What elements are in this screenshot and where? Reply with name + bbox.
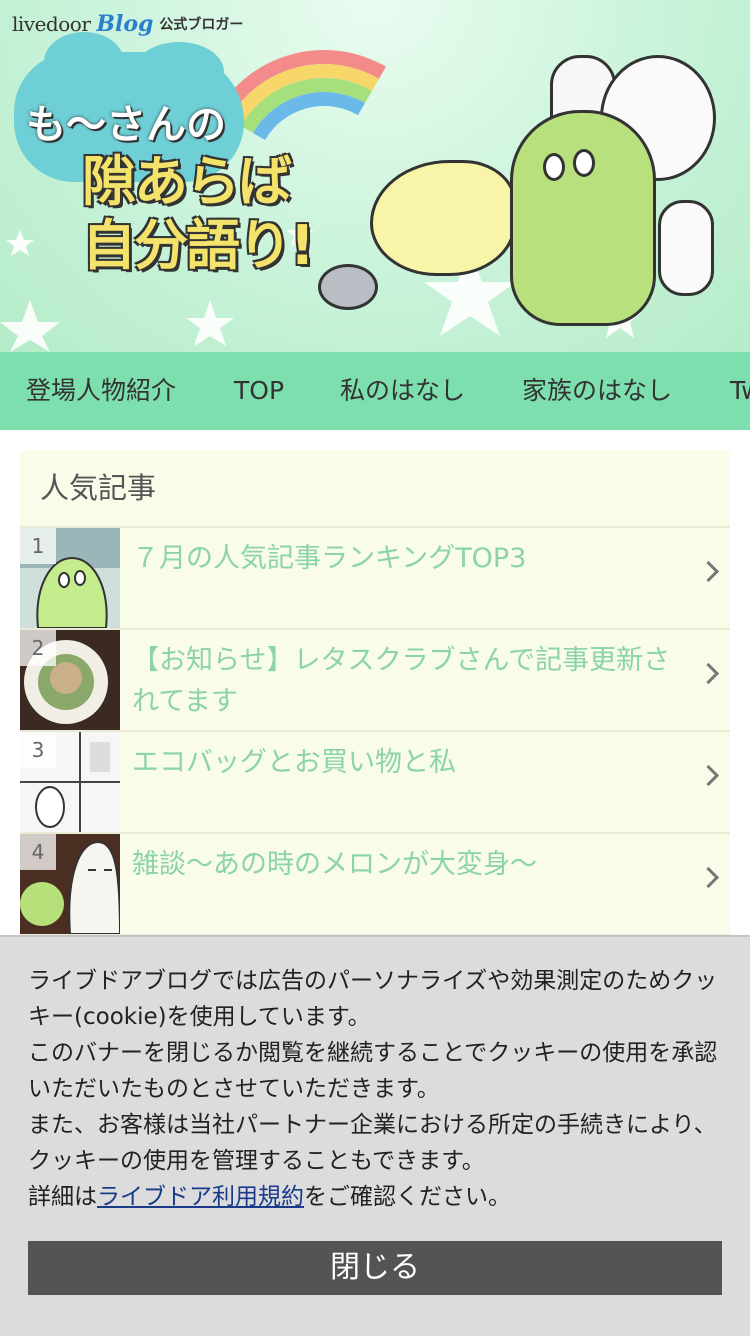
popular-articles: 人気記事 1 ７月の人気記事ランキングTOP3 2 【お知らせ】レタスクラブさん… <box>20 450 730 936</box>
blog-title-main: 隙あらば自分語り! <box>82 150 315 277</box>
article-title[interactable]: エコバッグとお買い物と私 <box>132 742 697 783</box>
star-icon <box>186 300 234 346</box>
terms-of-use-link[interactable]: ライブドア利用規約 <box>97 1184 304 1210</box>
article-title[interactable]: 雑談～あの時のメロンが大変身～ <box>132 844 697 885</box>
star-icon <box>0 300 60 352</box>
rank-number: 2 <box>20 630 56 666</box>
cookie-notice-line: また、お客様は当社パートナー企業における所定の手続きにより、クッキーの使用を管理… <box>28 1112 717 1174</box>
popular-articles-heading: 人気記事 <box>20 450 730 528</box>
blog-title-sub: も〜さんの <box>26 102 226 148</box>
pigeon-character <box>318 264 378 310</box>
nav-item-top[interactable]: TOP <box>234 352 284 430</box>
list-item[interactable]: 3 エコバッグとお買い物と私 <box>20 732 730 834</box>
list-item[interactable]: 2 【お知らせ】レタスクラブさんで記事更新されてます <box>20 630 730 732</box>
cookie-notice-line: ライブドアブログでは広告のパーソナライズや効果測定のためクッキー(cookie)… <box>28 968 718 1030</box>
detail-prefix: 詳細は <box>28 1184 97 1210</box>
detail-suffix: をご確認ください。 <box>304 1184 511 1210</box>
close-button[interactable]: 閉じる <box>28 1241 722 1295</box>
eye-icon <box>573 149 595 177</box>
article-title[interactable]: 【お知らせ】レタスクラブさんで記事更新されてます <box>132 640 697 722</box>
green-blob-character <box>510 110 656 326</box>
cookie-detail-line: 詳細はライブドア利用規約をご確認ください。 <box>28 1179 718 1215</box>
chevron-right-icon <box>697 764 720 787</box>
star-icon <box>6 230 34 256</box>
list-item[interactable]: 1 ７月の人気記事ランキングTOP3 <box>20 528 730 630</box>
rabbit-character <box>658 200 714 296</box>
cookie-notice-text: ライブドアブログでは広告のパーソナライズや効果測定のためクッキー(cookie)… <box>28 963 718 1215</box>
cookie-notice-line: このバナーを閉じるか閲覧を継続することでクッキーの使用を承認いただいたものとさせ… <box>28 1040 718 1102</box>
chevron-right-icon <box>697 560 720 583</box>
article-title[interactable]: ７月の人気記事ランキングTOP3 <box>132 538 697 579</box>
nav-item-my-story[interactable]: 私のはなし <box>340 352 465 430</box>
cookie-consent-banner: ライブドアブログでは広告のパーソナライズや効果測定のためクッキー(cookie)… <box>0 935 750 1336</box>
eye-icon <box>543 153 565 181</box>
rank-number: 1 <box>20 528 56 564</box>
category-nav: 登場人物紹介 TOP 私のはなし 家族のはなし Tw <box>0 352 750 430</box>
list-item[interactable]: 4 雑談～あの時のメロンが大変身～ <box>20 834 730 936</box>
rank-number: 3 <box>20 732 56 768</box>
nav-item-family-story[interactable]: 家族のはなし <box>522 352 672 430</box>
chevron-right-icon <box>697 866 720 889</box>
chevron-right-icon <box>697 662 720 685</box>
nav-item-characters[interactable]: 登場人物紹介 <box>26 352 176 430</box>
nav-item-twitter[interactable]: Tw <box>730 352 750 430</box>
rank-number: 4 <box>20 834 56 870</box>
blog-header-banner[interactable]: livedoor Blog 公式ブロガー も〜さんの 隙あらば自分語り! <box>0 0 750 352</box>
